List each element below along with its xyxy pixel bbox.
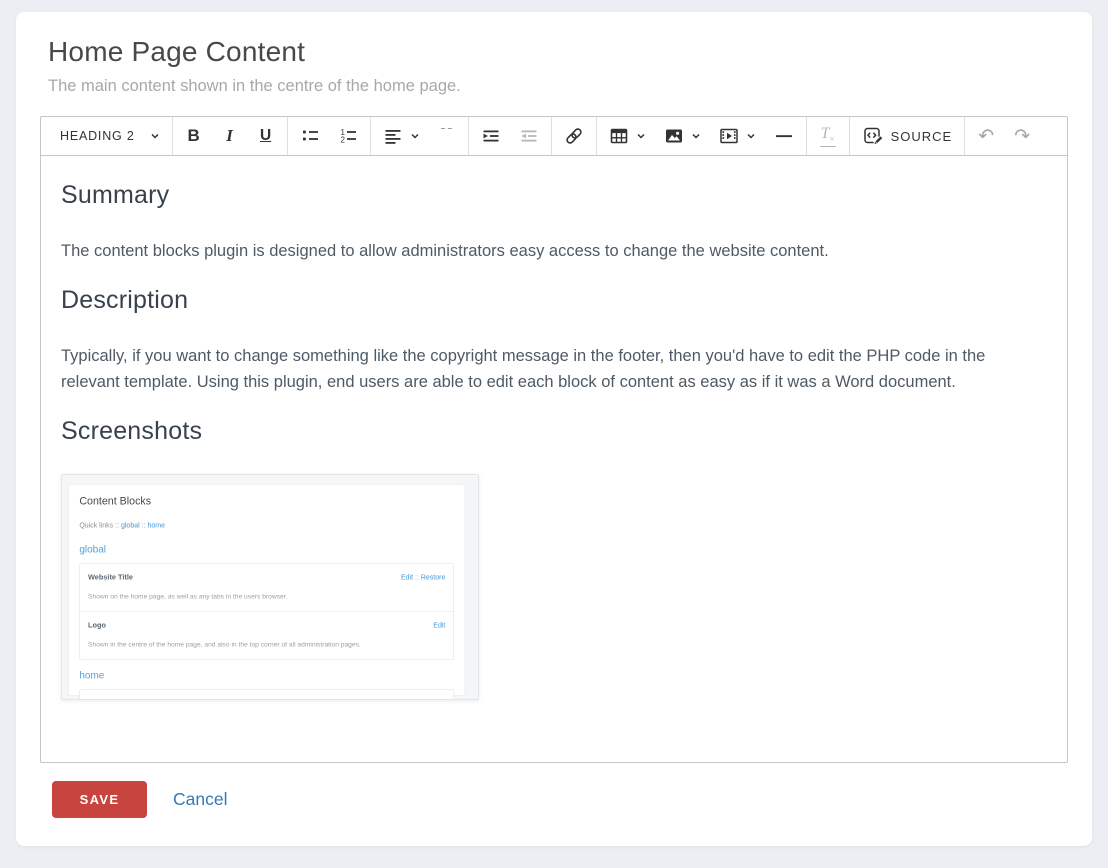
italic-icon: I (226, 126, 233, 146)
toolbar-separator (287, 117, 288, 155)
toolbar-separator (370, 117, 371, 155)
chevron-down-icon (746, 131, 756, 141)
insert-table-dropdown[interactable] (600, 117, 655, 155)
insert-media-dropdown[interactable] (710, 117, 765, 155)
page-title: Home Page Content (48, 36, 1068, 68)
mini-panel-title: Content Blocks (79, 493, 454, 510)
embedded-screenshot-content: Content Blocks Quick links :: global :: … (62, 484, 479, 700)
indent-icon (481, 126, 501, 146)
mini-quick-links-label: Quick links (79, 521, 113, 529)
bold-button[interactable]: B (176, 117, 212, 155)
toolbar-separator (468, 117, 469, 155)
toolbar-separator (596, 117, 597, 155)
horizontal-line-button[interactable] (765, 117, 803, 155)
mini-row-logo: Logo Shown in the centre of the home pag… (80, 611, 453, 659)
chevron-down-icon (150, 131, 160, 141)
editor-content[interactable]: Summary The content blocks plugin is des… (41, 156, 1067, 762)
redo-button[interactable]: ↷ (1004, 117, 1040, 155)
svg-text:2: 2 (340, 136, 345, 145)
page-subtitle: The main content shown in the centre of … (48, 77, 1068, 96)
toolbar-separator (849, 117, 850, 155)
source-code-icon (862, 125, 884, 147)
content-paragraph: The content blocks plugin is designed to… (61, 238, 1047, 264)
undo-icon: ↶ (978, 127, 994, 146)
cancel-link[interactable]: Cancel (173, 789, 227, 810)
insert-image-dropdown[interactable] (655, 117, 710, 155)
save-button[interactable]: SAVE (52, 781, 147, 818)
remove-format-button[interactable]: T× (810, 117, 846, 155)
content-heading-screenshots: Screenshots (61, 418, 1047, 444)
indent-button[interactable] (472, 117, 510, 155)
text-alignment-dropdown[interactable] (374, 117, 429, 155)
chevron-down-icon (410, 131, 420, 141)
page-header: Home Page Content The main content shown… (40, 36, 1068, 96)
mini-group-heading-home: home (79, 667, 454, 684)
toolbar-separator (172, 117, 173, 155)
mini-quick-links: Quick links :: global :: home (79, 517, 454, 534)
mini-separator: :: (142, 521, 146, 529)
content-paragraph: Typically, if you want to change somethi… (61, 343, 1047, 395)
form-footer: SAVE Cancel (40, 781, 1068, 818)
content-heading-summary: Summary (61, 182, 1047, 208)
outdent-icon (519, 126, 539, 146)
remove-format-icon: T× (820, 125, 836, 146)
content-block-edit-card: Home Page Content The main content shown… (16, 12, 1092, 846)
mini-row-actions: Edit (433, 695, 445, 700)
numbered-list-icon: 12 (338, 126, 358, 146)
undo-button[interactable]: ↶ (968, 117, 1004, 155)
numbered-list-button[interactable]: 12 (329, 117, 367, 155)
link-icon (564, 126, 584, 146)
bulleted-list-icon (300, 126, 320, 146)
mini-link-home: home (147, 521, 165, 529)
chevron-down-icon (691, 131, 701, 141)
mini-content-blocks-panel: Content Blocks Quick links :: global :: … (68, 484, 465, 696)
underline-button[interactable]: U (248, 117, 284, 155)
link-button[interactable] (555, 117, 593, 155)
mini-row-actions: Edit :: Restore (401, 569, 445, 586)
toolbar-separator (964, 117, 965, 155)
italic-button[interactable]: I (212, 117, 248, 155)
source-button[interactable]: SOURCE (853, 117, 962, 155)
rich-text-editor: HEADING 2 B I U 12 (40, 116, 1068, 763)
table-icon (609, 126, 629, 146)
mini-separator: :: (115, 521, 119, 529)
heading-dropdown-label: HEADING 2 (54, 129, 143, 143)
horizontal-line-icon (774, 126, 794, 146)
mini-link-global: global (121, 521, 140, 529)
block-quote-icon: “ (439, 128, 454, 144)
image-icon (664, 126, 684, 146)
mini-row-actions: Edit (433, 617, 445, 634)
bulleted-list-button[interactable] (291, 117, 329, 155)
mini-group-global: Website Title Shown on the home page, as… (79, 563, 454, 660)
mini-group-home: Copyright Message Copyright information … (79, 689, 454, 700)
bold-icon: B (187, 126, 199, 146)
heading-dropdown[interactable]: HEADING 2 (45, 117, 169, 155)
outdent-button[interactable] (510, 117, 548, 155)
source-button-label: SOURCE (891, 129, 953, 144)
embedded-screenshot-image[interactable]: Content Blocks Quick links :: global :: … (61, 474, 479, 700)
align-left-icon (383, 126, 403, 146)
redo-icon: ↷ (1014, 127, 1030, 146)
mini-group-heading-global: global (79, 541, 454, 558)
underline-icon: U (260, 127, 271, 145)
media-icon (719, 126, 739, 146)
block-quote-button[interactable]: “ (429, 117, 465, 155)
toolbar-separator (551, 117, 552, 155)
chevron-down-icon (636, 131, 646, 141)
content-heading-description: Description (61, 287, 1047, 313)
mini-row-copyright-message: Copyright Message Copyright information … (80, 690, 453, 700)
toolbar-separator (806, 117, 807, 155)
editor-toolbar: HEADING 2 B I U 12 (41, 117, 1067, 156)
mini-row-website-title: Website Title Shown on the home page, as… (80, 564, 453, 611)
